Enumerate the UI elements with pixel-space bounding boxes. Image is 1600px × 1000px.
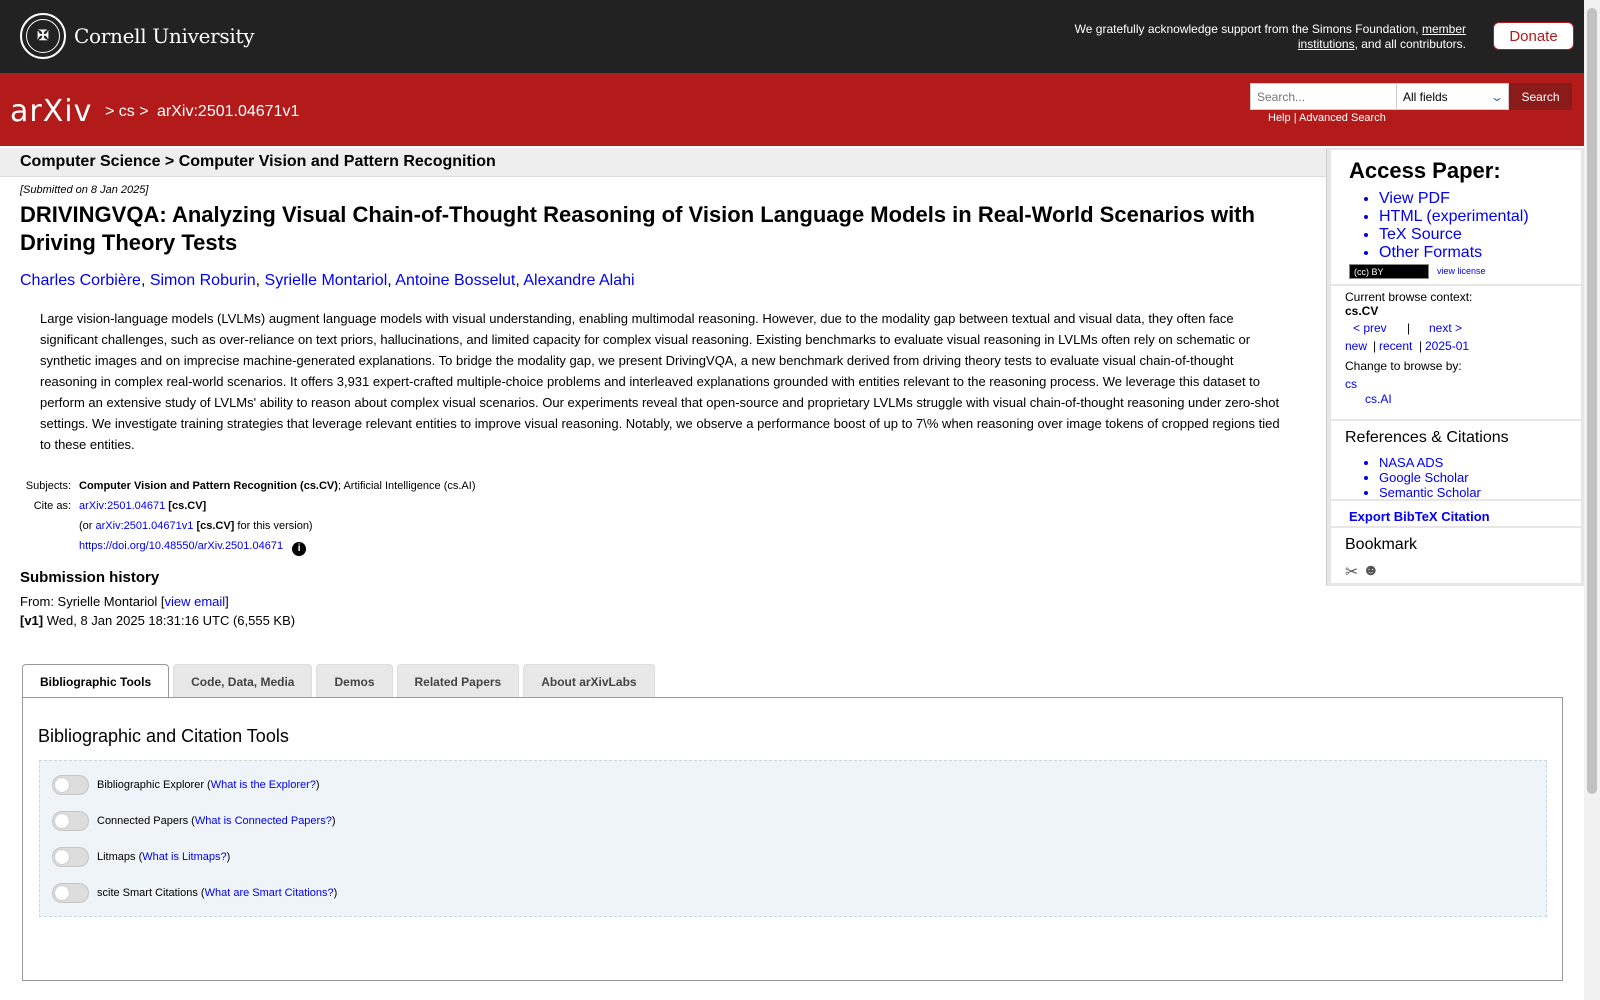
bookmark-title: Bookmark xyxy=(1345,536,1418,553)
google-scholar-link[interactable]: Google Scholar xyxy=(1379,470,1469,485)
html-experimental-link[interactable]: HTML (experimental) xyxy=(1379,208,1529,225)
search-button[interactable]: Search xyxy=(1509,83,1572,110)
cite-row: Cite as: arXiv:2501.04671 [cs.CV] xyxy=(33,500,207,512)
author-link[interactable]: Syrielle Montariol xyxy=(265,272,388,289)
primary-subject: Computer Vision and Pattern Recognition … xyxy=(79,480,338,492)
arxiv-logo-mark: arXiv xyxy=(10,94,92,129)
access-paper-title: Access Paper: xyxy=(1349,158,1501,183)
page-scrollbar[interactable] xyxy=(1584,0,1600,1000)
browse-csai-link[interactable]: cs.AI xyxy=(1365,392,1392,406)
browse-cs-link[interactable]: cs xyxy=(1345,377,1357,391)
tool-row-explorer: Bibliographic Explorer (What is the Expl… xyxy=(52,775,320,795)
tool-row-scite: scite Smart Citations (What are Smart Ci… xyxy=(52,883,337,903)
bibtex-box: Export BibTeX Citation xyxy=(1331,501,1581,526)
author-link[interactable]: Alexandre Alahi xyxy=(523,272,634,289)
breadcrumb-cs[interactable]: > cs > xyxy=(105,103,149,120)
connected-papers-toggle[interactable] xyxy=(52,811,89,831)
browse-context-box: Current browse context: cs.CV < prev | n… xyxy=(1331,286,1581,419)
tab-code-data-media[interactable]: Code, Data, Media xyxy=(173,664,313,698)
abstract: Large vision-language models (LVLMs) aug… xyxy=(40,311,1280,452)
arxivlabs-tabs: Bibliographic Tools Code, Data, Media De… xyxy=(22,664,659,699)
paper-title: DRIVINGVQA: Analyzing Visual Chain-of-Th… xyxy=(20,202,1255,255)
right-sidebar: Access Paper: View PDF HTML (experimenta… xyxy=(1326,148,1584,586)
author-link[interactable]: Antoine Bosselut xyxy=(395,272,515,289)
advanced-search-link[interactable]: Advanced Search xyxy=(1299,112,1386,124)
nasa-ads-link[interactable]: NASA ADS xyxy=(1379,455,1443,470)
view-email-link[interactable]: view email xyxy=(164,594,225,609)
arxiv-logo[interactable]: arXiv xyxy=(10,91,102,142)
metadata-table: Subjects: Computer Vision and Pattern Re… xyxy=(20,479,476,562)
submission-date: [Submitted on 8 Jan 2025] xyxy=(20,184,149,196)
bookmark-box: Bookmark ✂ ☻ xyxy=(1331,528,1581,583)
version-v1-line: [v1] Wed, 8 Jan 2025 18:31:16 UTC (6,555… xyxy=(20,613,296,628)
references-title: References & Citations xyxy=(1345,429,1509,446)
doi-row: https://doi.org/10.48550/arXiv.2501.0467… xyxy=(20,539,476,556)
access-paper-box: Access Paper: View PDF HTML (experimenta… xyxy=(1331,150,1581,284)
cornell-logo[interactable]: ✠ Cornell University xyxy=(20,13,255,59)
breadcrumb: > cs > arXiv:2501.04671v1 xyxy=(105,103,303,121)
tool-row-connected-papers: Connected Papers (What is Connected Pape… xyxy=(52,811,336,831)
search-input[interactable] xyxy=(1250,83,1396,110)
semantic-scholar-link[interactable]: Semantic Scholar xyxy=(1379,485,1481,500)
cc-by-license-icon[interactable]: (cc) BY xyxy=(1349,264,1429,279)
tool-row-litmaps: Litmaps (What is Litmaps?) xyxy=(52,847,230,867)
support-acknowledgement: We gratefully acknowledge support from t… xyxy=(1074,22,1466,51)
next-link[interactable]: next > xyxy=(1429,321,1462,335)
reddit-icon[interactable]: ☻ xyxy=(1362,562,1379,582)
recent-link[interactable]: recent xyxy=(1379,339,1412,353)
tex-source-link[interactable]: TeX Source xyxy=(1379,226,1462,243)
doi-link[interactable]: https://doi.org/10.48550/arXiv.2501.0467… xyxy=(79,540,283,552)
export-bibtex-link[interactable]: Export BibTeX Citation xyxy=(1349,509,1490,524)
tab-about-arxivlabs[interactable]: About arXivLabs xyxy=(523,664,655,698)
browse-context-value: cs.CV xyxy=(1345,304,1379,318)
cite-version-link[interactable]: arXiv:2501.04671v1 xyxy=(96,520,194,532)
bibsonomy-icon[interactable]: ✂ xyxy=(1345,562,1358,582)
panel-title: Bibliographic and Citation Tools xyxy=(38,726,289,746)
month-link[interactable]: 2025-01 xyxy=(1425,339,1469,353)
submission-history-title: Submission history xyxy=(20,569,160,586)
arxiv-header: arXiv > cs > arXiv:2501.04671v1 All fiel… xyxy=(0,73,1584,146)
breadcrumb-paper-id[interactable]: arXiv:2501.04671v1 xyxy=(157,103,299,120)
cornell-seal-icon: ✠ xyxy=(20,13,66,59)
bibliographic-explorer-toggle[interactable] xyxy=(52,775,89,795)
cornell-header: ✠ Cornell University We gratefully ackno… xyxy=(0,0,1584,73)
info-icon[interactable]: i xyxy=(292,542,307,556)
view-license-link[interactable]: view license xyxy=(1437,266,1486,276)
scrollbar-thumb[interactable] xyxy=(1587,8,1597,794)
search-field-select[interactable]: All fields ⌄ xyxy=(1396,83,1509,110)
submitter-line: From: Syrielle Montariol [view email] xyxy=(20,594,229,609)
cite-link[interactable]: arXiv:2501.04671 xyxy=(79,500,165,512)
search-bar: All fields ⌄ Search xyxy=(1250,83,1572,110)
donate-button[interactable]: Donate xyxy=(1493,22,1574,50)
bibliographic-tools-panel: Bibliographic and Citation Tools Bibliog… xyxy=(22,697,1563,981)
chevron-down-icon: ⌄ xyxy=(1489,89,1505,104)
author-link[interactable]: Charles Corbière xyxy=(20,272,141,289)
access-links: View PDF HTML (experimental) TeX Source … xyxy=(1365,190,1529,262)
cite-version-row: (or arXiv:2501.04671v1 [cs.CV] for this … xyxy=(79,520,313,532)
subject-breadcrumb[interactable]: Computer Science > Computer Vision and P… xyxy=(20,153,496,171)
author-link[interactable]: Simon Roburin xyxy=(150,272,256,289)
author-list: Charles Corbière, Simon Roburin, Syriell… xyxy=(20,272,635,289)
litmaps-toggle[interactable] xyxy=(52,847,89,867)
subject-bar: Computer Science > Computer Vision and P… xyxy=(0,148,1326,177)
other-formats-link[interactable]: Other Formats xyxy=(1379,244,1482,261)
litmaps-help-link[interactable]: What is Litmaps? xyxy=(142,851,226,863)
tab-demos[interactable]: Demos xyxy=(316,664,393,698)
cornell-name: Cornell University xyxy=(74,24,255,48)
header-links: Help | Advanced Search xyxy=(1268,112,1386,124)
tools-list: Bibliographic Explorer (What is the Expl… xyxy=(39,760,1547,917)
scite-help-link[interactable]: What are Smart Citations? xyxy=(205,887,334,899)
tab-related-papers[interactable]: Related Papers xyxy=(396,664,520,698)
connected-papers-help-link[interactable]: What is Connected Papers? xyxy=(195,815,332,827)
subjects-row: Subjects: Computer Vision and Pattern Re… xyxy=(25,480,476,492)
explorer-help-link[interactable]: What is the Explorer? xyxy=(211,779,316,791)
svg-text:arXiv: arXiv xyxy=(10,94,92,129)
view-pdf-link[interactable]: View PDF xyxy=(1379,190,1450,207)
prev-link[interactable]: < prev xyxy=(1353,321,1387,335)
new-link[interactable]: new xyxy=(1345,339,1367,353)
references-box: References & Citations NASA ADS Google S… xyxy=(1331,421,1581,500)
scite-toggle[interactable] xyxy=(52,883,89,903)
help-link[interactable]: Help xyxy=(1268,112,1291,124)
tab-bibliographic-tools[interactable]: Bibliographic Tools xyxy=(22,664,170,699)
